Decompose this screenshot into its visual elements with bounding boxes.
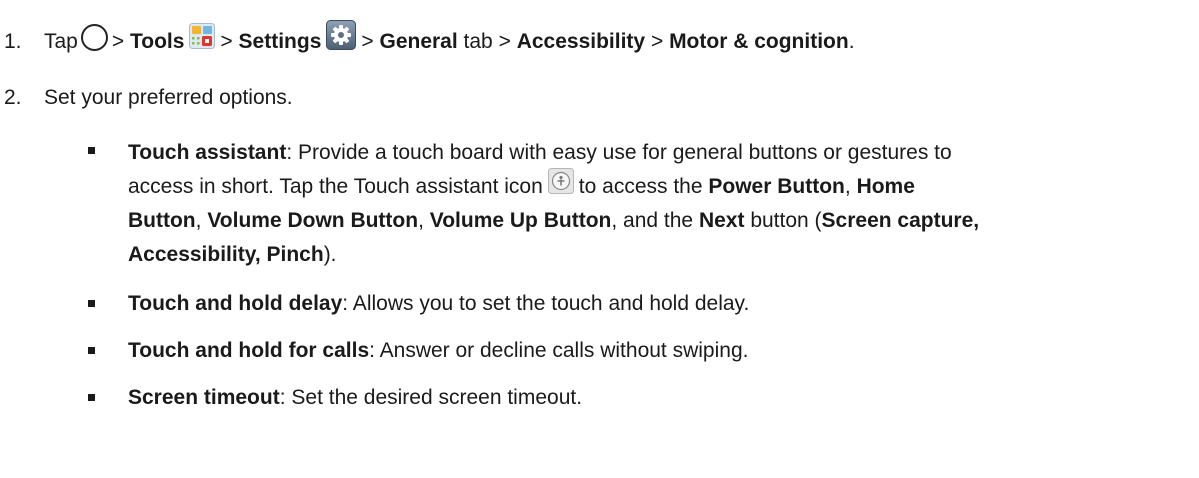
home-circle-icon (80, 23, 108, 51)
option-description: : Answer or decline calls without swipin… (369, 339, 749, 362)
volume-down-label: Volume Down Button (207, 209, 419, 232)
text-line: access in short. Tap the Touch assistant… (128, 168, 1188, 204)
step-number: 2. (4, 86, 22, 109)
option-description: button ( (750, 209, 822, 232)
option-title: Touch and hold for calls (128, 339, 370, 362)
option-text: Touch and hold for calls: Answer or decl… (128, 336, 1188, 366)
bullet-square-icon (88, 394, 95, 401)
tools-label: Tools (129, 30, 185, 53)
general-tab-label: General (379, 30, 458, 53)
separator: > (220, 30, 233, 53)
option-text: Touch assistant: Provide a touch board w… (128, 136, 1188, 272)
separator: > (650, 30, 664, 53)
text-line: Touch assistant: Provide a touch board w… (128, 136, 1188, 170)
option-description: : Set the desired screen timeout. (279, 386, 583, 409)
option-title: Touch assistant (128, 141, 287, 164)
step-text: Tap > Tools > Settings > General tab > A… (44, 20, 855, 57)
bullet-square-icon (88, 347, 95, 354)
option-description: : Allows you to set the touch and hold d… (342, 292, 750, 315)
option-description: to access the (578, 175, 703, 198)
separator: > (361, 30, 374, 53)
option-text: Touch and hold delay: Allows you to set … (128, 289, 1188, 319)
tap-word: Tap (44, 30, 78, 53)
separator: > (498, 30, 511, 53)
option-description: ). (323, 243, 337, 266)
accessibility-pinch-label: Accessibility, Pinch (128, 243, 324, 266)
next-label: Next (698, 209, 745, 232)
volume-up-label: Volume Up Button (429, 209, 612, 232)
option-text: Screen timeout: Set the desired screen t… (128, 383, 1188, 413)
option-description: access in short. Tap the Touch assistant… (128, 175, 543, 198)
text-line: Accessibility, Pinch). (128, 238, 1188, 272)
option-description: , and the (611, 209, 694, 232)
option-title: Screen timeout (128, 386, 280, 409)
step-number: 1. (4, 30, 22, 53)
bullet-square-icon (88, 147, 95, 154)
bullet-square-icon (88, 300, 95, 307)
motor-cognition-label: Motor & cognition (669, 30, 849, 53)
comma: , (418, 209, 424, 232)
option-title: Touch and hold delay (128, 292, 343, 315)
separator: > (111, 30, 125, 53)
step-text: Set your preferred options. (44, 86, 293, 109)
home-label: Home (856, 175, 915, 198)
comma: , (195, 209, 202, 232)
accessibility-label: Accessibility (516, 30, 646, 53)
text-line: Button, Volume Down Button, Volume Up Bu… (128, 204, 1188, 238)
tab-word: tab (463, 30, 493, 53)
settings-label: Settings (238, 30, 322, 53)
touch-assistant-icon (547, 168, 574, 195)
tools-app-icon (189, 23, 216, 50)
comma: , (844, 175, 851, 198)
power-button-label: Power Button (708, 175, 845, 198)
screen-capture-label: Screen capture, (821, 209, 980, 232)
option-description: : Provide a touch board with easy use fo… (286, 141, 952, 164)
home-button-label: Button (128, 209, 196, 232)
period: . (848, 30, 855, 53)
settings-gear-icon (326, 20, 357, 51)
